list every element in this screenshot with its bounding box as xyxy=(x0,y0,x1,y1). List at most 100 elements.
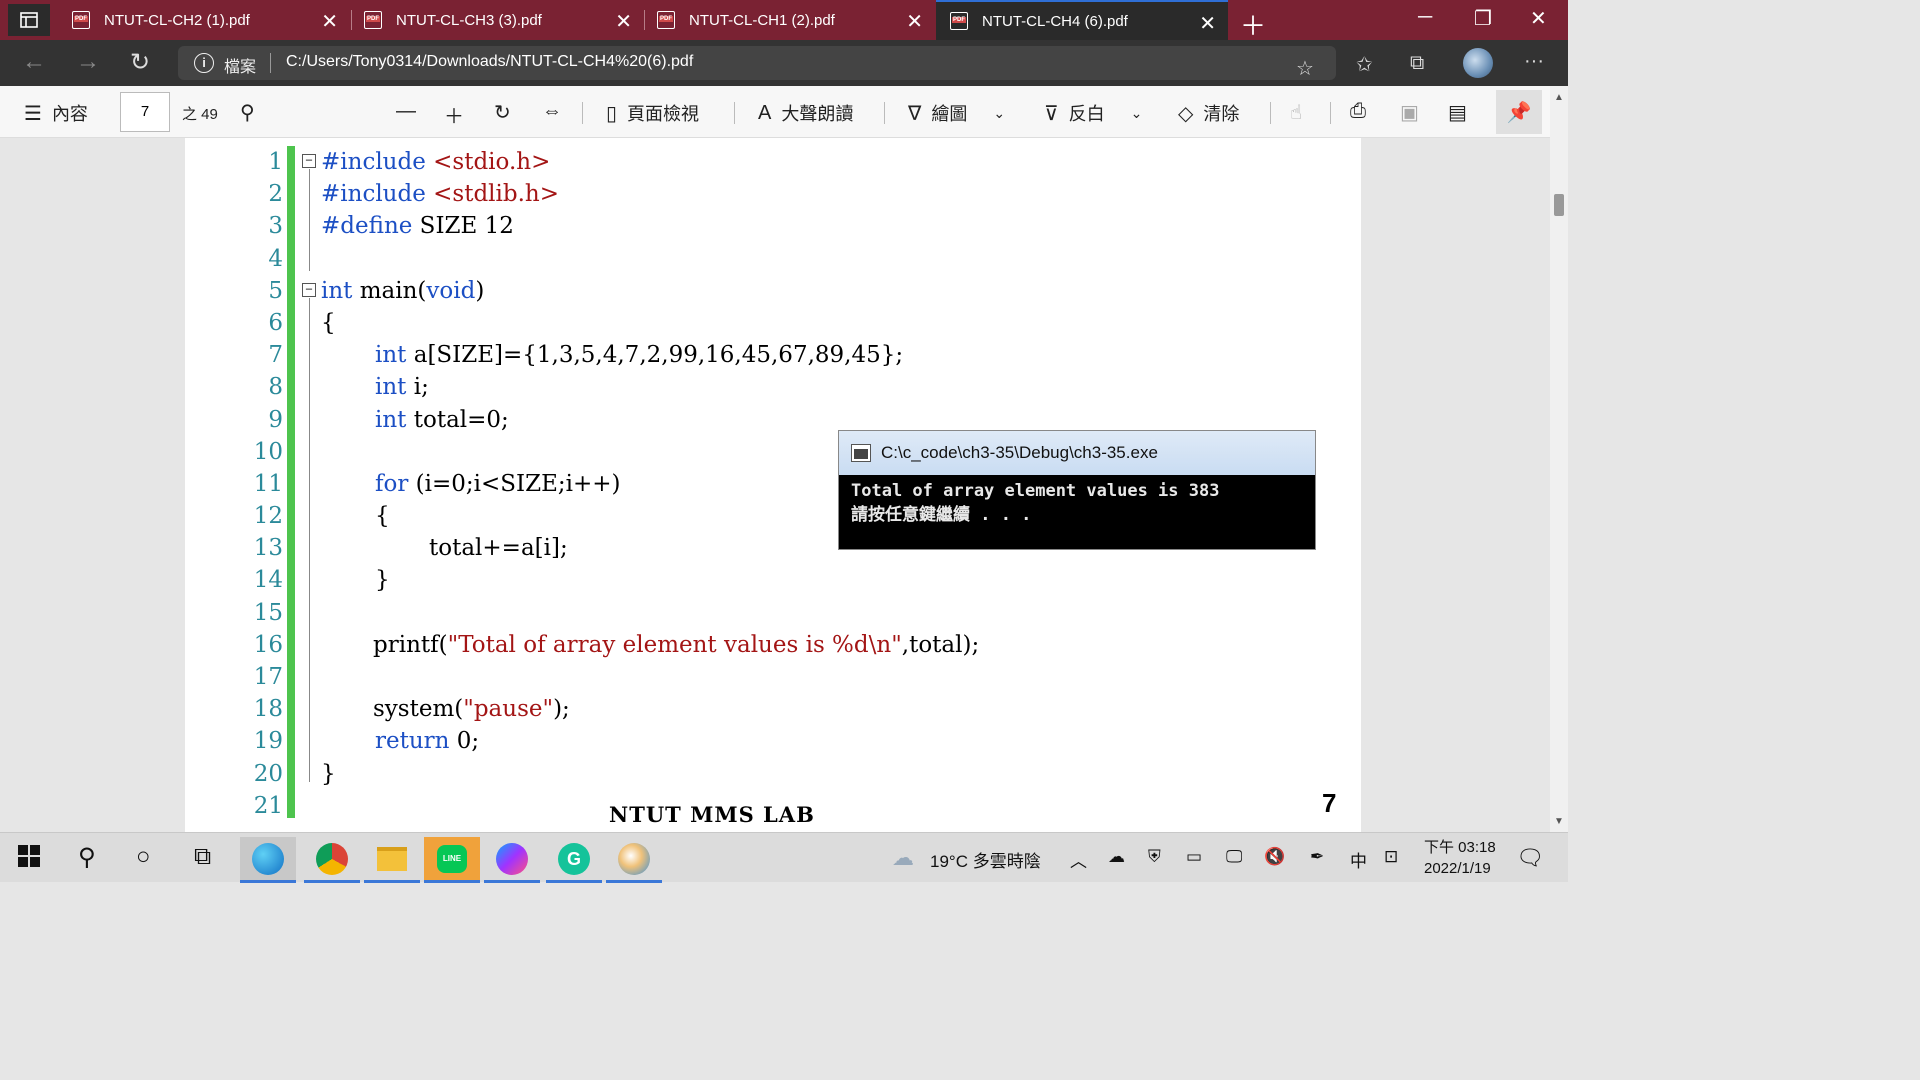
scroll-up-icon[interactable]: ▲ xyxy=(1554,92,1564,103)
network-icon[interactable]: 🖵 xyxy=(1226,847,1242,867)
line-number: 18 xyxy=(253,696,283,723)
task-view-button[interactable]: ⧉ xyxy=(194,843,211,871)
url-text[interactable]: C:/Users/Tony0314/Downloads/NTUT-CL-CH4%… xyxy=(286,53,693,71)
page-view-button[interactable]: ▯ 頁面檢視 xyxy=(606,100,699,126)
code-token: a[SIZE]={1,3,5,4,7,2,99,16,45,67,89,45}; xyxy=(406,342,904,369)
code-line-3: #define SIZE 12 xyxy=(321,210,979,242)
code-token: "Total of array element values is %d\n" xyxy=(447,631,902,658)
profile-avatar[interactable] xyxy=(1463,48,1493,78)
close-tab-button[interactable]: ✕ xyxy=(906,9,923,34)
close-tab-button[interactable]: ✕ xyxy=(321,9,338,34)
weather-icon[interactable]: ☁ xyxy=(892,845,914,871)
tab-actions-button[interactable] xyxy=(8,4,50,36)
collections-icon[interactable]: ⧉ xyxy=(1410,52,1424,75)
close-tab-button[interactable]: ✕ xyxy=(615,9,632,34)
address-bar[interactable]: i 檔案 C:/Users/Tony0314/Downloads/NTUT-CL… xyxy=(178,46,1336,80)
code-token: i; xyxy=(406,374,429,401)
code-token: #include xyxy=(321,181,426,208)
cortana-button[interactable]: ○ xyxy=(136,843,151,871)
info-icon[interactable]: i xyxy=(194,53,214,73)
battery-icon[interactable]: ▭ xyxy=(1186,847,1202,867)
notifications-icon[interactable]: 🗨 xyxy=(1516,845,1544,871)
refresh-button[interactable]: ↻ xyxy=(130,48,150,77)
favorites-icon[interactable]: ✩ xyxy=(1356,52,1373,77)
show-hidden-icons-button[interactable]: ︿ xyxy=(1070,847,1087,872)
draw-label: 繪圖 xyxy=(931,104,968,124)
line-number: 17 xyxy=(253,664,283,690)
line-number: 8 xyxy=(268,374,283,401)
code-token: int xyxy=(375,342,407,369)
tab-ntut-cl-ch3[interactable]: NTUT-CL-CH3 (3).pdf ✕ xyxy=(352,0,644,40)
code-line-19: return 0; xyxy=(321,725,979,757)
contents-button[interactable]: ☰ 內容 xyxy=(24,100,88,126)
erase-button[interactable]: ◇ 清除 xyxy=(1178,100,1239,126)
file-explorer-app[interactable] xyxy=(364,837,420,883)
grammarly-app[interactable]: G xyxy=(546,837,602,883)
code-token: { xyxy=(375,503,390,530)
search-button[interactable]: ⚲ xyxy=(240,100,265,125)
zoom-in-button[interactable]: ＋ xyxy=(444,100,474,129)
input-mode-icon[interactable]: ⊡ xyxy=(1384,847,1398,867)
save-as-icon: ▤ xyxy=(1448,102,1467,124)
tab-ntut-cl-ch1[interactable]: NTUT-CL-CH1 (2).pdf ✕ xyxy=(645,0,935,40)
search-button[interactable]: ⚲ xyxy=(78,843,96,872)
scroll-down-icon[interactable]: ▼ xyxy=(1554,816,1564,827)
close-tab-button[interactable]: ✕ xyxy=(1199,11,1216,36)
chrome-app[interactable] xyxy=(304,837,360,883)
line-number: 15 xyxy=(253,599,283,626)
fit-width-button[interactable]: ⇔ xyxy=(542,100,572,123)
code-token: ); xyxy=(553,696,570,723)
chevron-down-icon[interactable]: ⌄ xyxy=(993,105,1005,122)
back-button[interactable]: ← xyxy=(22,48,46,76)
edge-app[interactable] xyxy=(240,837,296,883)
tab-ntut-cl-ch2[interactable]: NTUT-CL-CH2 (1).pdf ✕ xyxy=(56,0,350,40)
weather-text[interactable]: 19°C 多雲時陰 xyxy=(930,847,1041,872)
paint-palette-icon xyxy=(618,842,650,875)
ime-indicator[interactable]: 中 xyxy=(1350,847,1367,872)
page-number-input[interactable]: 7 xyxy=(120,92,170,132)
pin-toolbar-button[interactable]: 📌 xyxy=(1496,90,1542,134)
scrollbar-thumb[interactable] xyxy=(1554,194,1564,216)
line-app[interactable]: LINE xyxy=(424,837,480,883)
security-icon[interactable]: ⛨ xyxy=(1148,847,1161,867)
add-favorite-icon[interactable]: ☆ xyxy=(1296,56,1314,81)
chevron-down-icon[interactable]: ⌄ xyxy=(1131,105,1143,122)
system-clock[interactable]: 下午 03:18 2022/1/19 xyxy=(1424,837,1496,879)
onedrive-icon[interactable]: ☁ xyxy=(1108,847,1125,867)
pen-icon[interactable]: ✒ xyxy=(1310,847,1324,867)
code-token: #define xyxy=(321,213,413,240)
start-button[interactable] xyxy=(18,845,40,874)
new-tab-button[interactable]: ＋ xyxy=(1240,6,1266,43)
vertical-scrollbar[interactable]: ▲ ▼ xyxy=(1550,86,1568,832)
draw-button[interactable]: ∇ 繪圖 ⌄ xyxy=(908,100,1005,126)
touch-write-button[interactable]: ☝ xyxy=(1290,100,1312,125)
cortana-circle-icon: ○ xyxy=(136,843,151,870)
zoom-out-button[interactable]: — xyxy=(396,100,426,123)
restore-button[interactable]: ❐ xyxy=(1474,6,1492,31)
print-button[interactable]: ⎙ xyxy=(1350,100,1376,123)
line-number: 20 xyxy=(253,760,283,787)
read-aloud-button[interactable]: A 大聲朗讀 xyxy=(758,100,853,126)
touch-hand-icon: ☝ xyxy=(1290,102,1303,124)
forward-button[interactable]: → xyxy=(76,48,100,76)
save-button[interactable]: ▣ xyxy=(1400,100,1429,125)
clock-time: 下午 03:18 xyxy=(1424,839,1496,856)
toolbar-divider xyxy=(1270,102,1271,124)
minimize-button[interactable]: ─ xyxy=(1418,6,1432,29)
rotate-button[interactable]: ↻ xyxy=(494,100,521,125)
save-as-button[interactable]: ▤ xyxy=(1448,100,1477,125)
url-divider xyxy=(270,53,271,73)
paint-app[interactable] xyxy=(606,837,662,883)
more-options-icon[interactable]: ··· xyxy=(1524,50,1544,73)
code-line-6: { xyxy=(321,307,979,339)
close-window-button[interactable]: ✕ xyxy=(1530,6,1547,31)
minus-icon: — xyxy=(396,100,416,122)
highlight-button[interactable]: ⊽ 反白 ⌄ xyxy=(1044,100,1142,126)
code-token: <stdio.h> xyxy=(425,149,551,175)
edge-icon xyxy=(252,842,284,875)
volume-muted-icon[interactable]: 🔇 xyxy=(1264,847,1285,867)
line-number: 19 xyxy=(253,728,283,755)
tab-ntut-cl-ch4-active[interactable]: NTUT-CL-CH4 (6).pdf ✕ xyxy=(936,0,1228,40)
messenger-app[interactable] xyxy=(484,837,540,883)
